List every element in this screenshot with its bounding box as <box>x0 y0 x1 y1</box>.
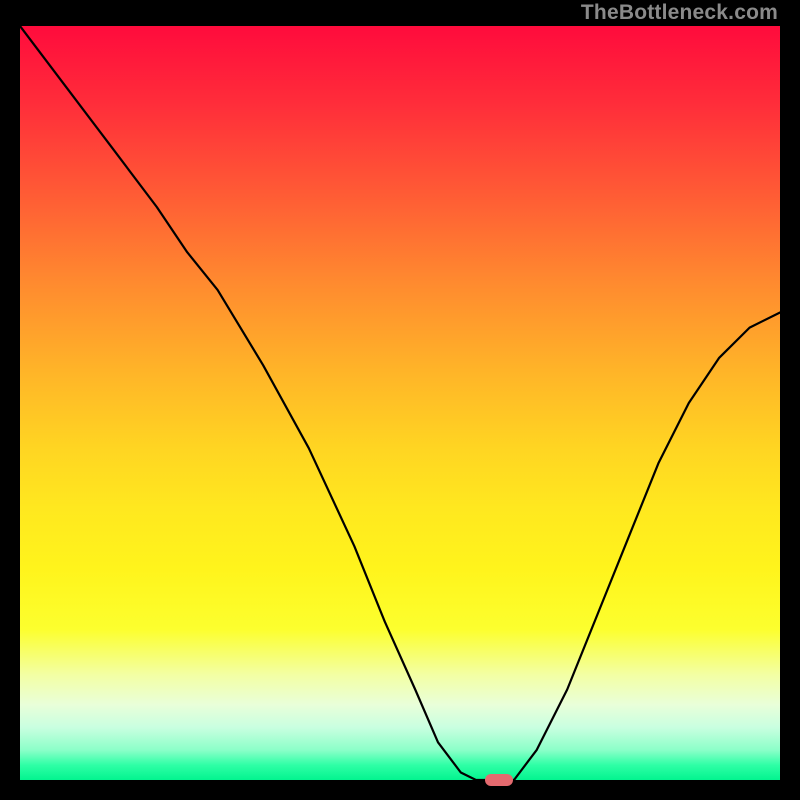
optimum-marker <box>485 774 513 786</box>
chart-frame <box>20 26 780 780</box>
watermark-text: TheBottleneck.com <box>581 1 778 25</box>
bottleneck-curve <box>20 26 780 780</box>
chart-svg <box>20 26 780 780</box>
